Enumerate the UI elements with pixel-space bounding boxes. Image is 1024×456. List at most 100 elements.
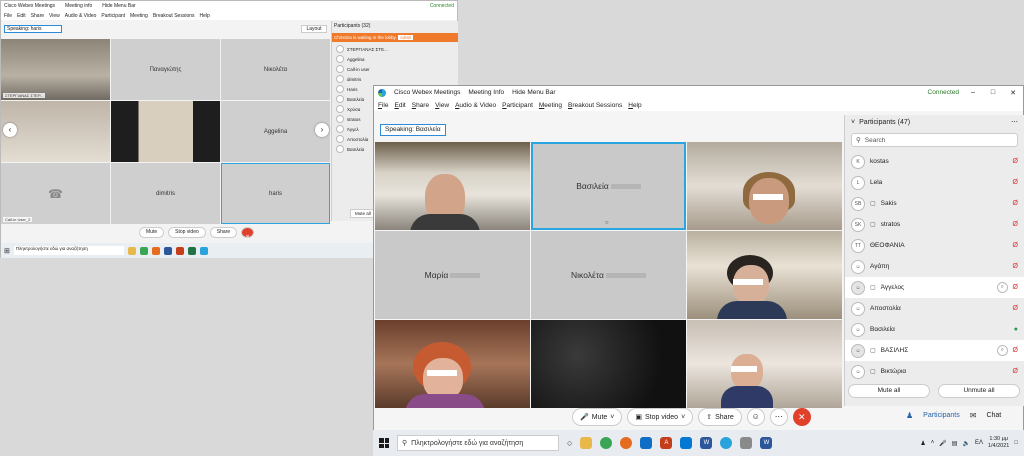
menu-share[interactable]: Share [412, 102, 429, 109]
chat-bubble-icon[interactable]: ○ [996, 345, 1008, 356]
bg-mute-all-button[interactable]: Mute all [350, 209, 376, 218]
bg-menu-audio-video[interactable]: Audio & Video [65, 13, 97, 19]
bg-menu-meeting[interactable]: Meeting [130, 13, 148, 19]
participant-row[interactable]: ☺ Αποστολία Ø [845, 298, 1024, 319]
maximize-icon[interactable]: □ [987, 89, 999, 96]
bg-video-tile[interactable]: Νικολέτα [221, 39, 330, 100]
participant-row[interactable]: L Lela Ø [845, 172, 1024, 193]
bg-share-button[interactable]: Share [209, 227, 238, 238]
chat-bubble-icon[interactable]: ○ [996, 282, 1008, 293]
bg-participant-row[interactable]: dimitris [332, 74, 458, 84]
word-icon[interactable]: W [700, 437, 713, 449]
bg-hide-menu-button[interactable]: Hide Menu Bar [102, 3, 135, 9]
menu-audio-video[interactable]: Audio & Video [455, 102, 496, 109]
bg-end-call-icon[interactable]: ✕ [241, 227, 255, 240]
taskbar-search-input[interactable]: ⚲ Πληκτρολογήστε εδώ για αναζήτηση [397, 435, 559, 451]
participant-row[interactable]: ☺ ▢ Βικτώρια Ø [845, 361, 1024, 382]
bg-menu-help[interactable]: Help [200, 13, 210, 19]
more-options-icon[interactable]: ⋯ [769, 408, 788, 426]
menu-breakout-sessions[interactable]: Breakout Sessions [568, 102, 622, 109]
participant-row[interactable]: TT ΘΕΟΦΑΝΙΑ Ø [845, 235, 1024, 256]
stop-video-button[interactable]: ▣ Stop video ˅ [627, 408, 694, 426]
tab-chat[interactable]: Chat [986, 412, 1001, 419]
hide-menu-bar-button[interactable]: Hide Menu Bar [512, 89, 555, 96]
video-tile-active-speaker[interactable]: Βασιλεία ○ [531, 142, 686, 230]
mute-button[interactable]: 🎤 Mute ˅ [572, 408, 623, 426]
participant-row[interactable]: ☺ Αγάπη Ø [845, 256, 1024, 277]
video-tile[interactable] [687, 142, 842, 230]
word-doc-icon[interactable]: W [760, 437, 773, 449]
chevron-up-icon[interactable]: ˄ [931, 440, 935, 446]
bg-video-tile[interactable]: dimitris [111, 163, 220, 224]
bg-video-tile[interactable]: Aggelina [221, 101, 330, 162]
unmute-all-button[interactable]: Unmute all [938, 384, 1020, 398]
muted-microphone-icon[interactable]: Ø [1013, 347, 1018, 354]
video-tile[interactable] [687, 320, 842, 408]
bg-taskbar-search[interactable]: Πληκτρολογήστε εδώ για αναζήτηση [13, 246, 124, 255]
bg-menu-view[interactable]: View [49, 13, 60, 19]
minimize-icon[interactable]: – [967, 89, 979, 96]
task-view-icon[interactable]: ○ [567, 438, 572, 448]
chevron-down-icon[interactable]: ˅ [851, 119, 855, 126]
muted-microphone-icon[interactable]: Ø [1013, 284, 1018, 291]
reactions-icon[interactable]: ☺ [746, 408, 765, 426]
bg-menu-participant[interactable]: Participant [101, 13, 125, 19]
muted-microphone-icon[interactable]: Ø [1013, 179, 1018, 186]
menu-edit[interactable]: Edit [395, 102, 406, 109]
bg-admit-button[interactable]: Admit [397, 35, 414, 40]
bg-app-icon[interactable] [139, 246, 148, 255]
bg-participant-row[interactable]: ΣΤΕΡΓΙΑΝΑΣ ΣΤΕ... [332, 44, 458, 54]
bg-next-page-icon[interactable]: › [315, 123, 329, 137]
people-icon[interactable]: ♟ [920, 440, 925, 447]
bg-menu-breakout[interactable]: Breakout Sessions [153, 13, 195, 19]
mute-all-button[interactable]: Mute all [848, 384, 930, 398]
bg-app-icon[interactable] [175, 246, 184, 255]
bg-video-tile[interactable] [1, 101, 110, 162]
menu-view[interactable]: View [435, 102, 449, 109]
video-tile[interactable] [375, 320, 530, 408]
menu-meeting[interactable]: Meeting [539, 102, 562, 109]
bg-app-icon[interactable] [127, 246, 136, 255]
bg-menu-share[interactable]: Share [31, 13, 44, 19]
bg-menu-edit[interactable]: Edit [17, 13, 26, 19]
muted-microphone-icon[interactable]: Ø [1013, 305, 1018, 312]
bg-meeting-info-button[interactable]: Meeting info [65, 3, 92, 9]
bg-participant-row[interactable]: Aggelina [332, 54, 458, 64]
muted-microphone-icon[interactable]: Ø [1013, 200, 1018, 207]
participant-row[interactable]: ☺ Βασιλεία ● [845, 319, 1024, 340]
language-indicator[interactable]: ΕΛ [975, 440, 983, 446]
muted-microphone-icon[interactable]: Ø [1013, 263, 1018, 270]
chrome-icon[interactable] [600, 437, 613, 449]
notifications-icon[interactable]: □ [1014, 440, 1018, 446]
bg-mute-button[interactable]: Mute [139, 227, 165, 238]
store-icon[interactable] [680, 437, 693, 449]
video-tile[interactable] [375, 142, 530, 230]
menu-help[interactable]: Help [628, 102, 641, 109]
webex-taskbar-icon[interactable] [720, 437, 733, 449]
bg-layout-button[interactable]: Layout [301, 25, 327, 33]
bg-app-icon[interactable] [151, 246, 160, 255]
participant-row[interactable]: ☺ ▢ ΒΑΣΙΛΗΣ ○ Ø [845, 340, 1024, 361]
video-tile[interactable] [531, 320, 686, 408]
menu-participant[interactable]: Participant [502, 102, 533, 109]
bg-video-tile[interactable]: Παναγιώτης [111, 39, 220, 100]
app-icon[interactable] [740, 437, 753, 449]
meeting-info-button[interactable]: Meeting Info [468, 89, 504, 96]
participant-row[interactable]: SB ▢ Sakis Ø [845, 193, 1024, 214]
clock[interactable]: 1:30 μμ 1/4/2021 [988, 436, 1009, 450]
firefox-icon[interactable] [620, 437, 633, 449]
chevron-down-icon[interactable]: ˅ [610, 414, 614, 421]
muted-microphone-icon[interactable]: Ø [1013, 242, 1018, 249]
acrobat-icon[interactable]: A [660, 437, 673, 449]
bg-menu-file[interactable]: File [4, 13, 12, 19]
muted-microphone-icon[interactable]: Ø [1013, 158, 1018, 165]
bg-video-tile-active[interactable]: haris [221, 163, 330, 224]
bg-video-tile[interactable]: ΣΤΕΡΓΙΑΝΑΣ ΣΤΕΡ... [1, 39, 110, 100]
menu-file[interactable]: File [378, 102, 389, 109]
network-icon[interactable]: ▤ [952, 440, 958, 447]
bg-participant-row[interactable]: Call-in user [332, 64, 458, 74]
participant-row[interactable]: ☺ ▢ Άγγελος ○ Ø [845, 277, 1024, 298]
video-tile[interactable]: Νικολέτα [531, 231, 686, 319]
video-tile[interactable] [687, 231, 842, 319]
volume-icon[interactable]: 🔈 [962, 440, 969, 447]
